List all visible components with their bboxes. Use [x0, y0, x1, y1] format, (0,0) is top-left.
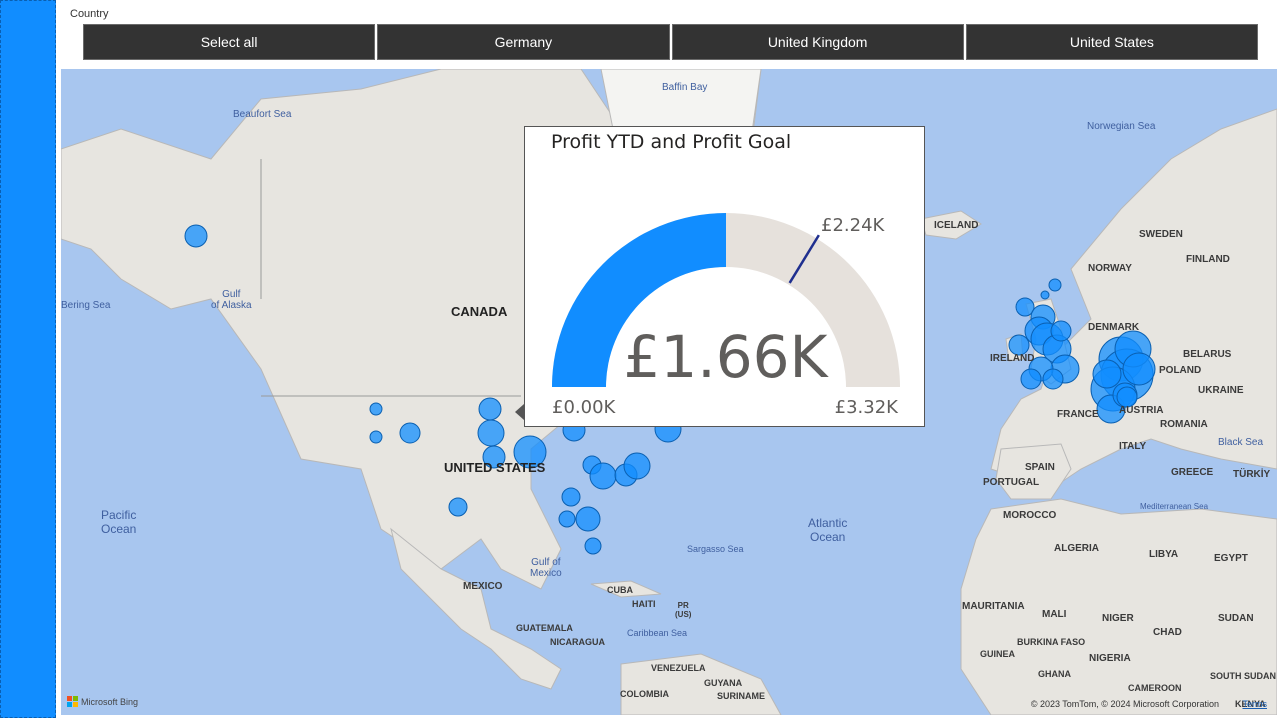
map-bubble[interactable]	[1048, 278, 1062, 292]
slicer-option-germany[interactable]: Germany	[377, 24, 670, 60]
map-label-mali: MALI	[1042, 609, 1067, 620]
map-label-atlantic-ocean: Atlantic Ocean	[808, 516, 848, 544]
map-label-iceland: ICELAND	[934, 220, 979, 231]
terms-link[interactable]: Terms	[1243, 699, 1268, 709]
map-bubble[interactable]	[1122, 352, 1156, 386]
map-label-norway: NORWAY	[1088, 263, 1132, 274]
map-label-haiti: HAITI	[632, 599, 656, 609]
map-label-beaufort-sea: Beaufort Sea	[233, 109, 292, 120]
map-bubble[interactable]	[1040, 290, 1050, 300]
map-label-italy: ITALY	[1119, 441, 1147, 452]
map-label-gulf-of-alaska: Gulf of Alaska	[211, 289, 252, 311]
map-label-portugal: PORTUGAL	[983, 477, 1040, 488]
map-label-venezuela: VENEZUELA	[651, 663, 706, 673]
map-label-libya: LIBYA	[1149, 549, 1179, 560]
map-label-denmark: DENMARK	[1088, 322, 1140, 333]
map-bubble[interactable]	[1116, 386, 1138, 408]
map-label-cameroon: CAMEROON	[1128, 683, 1182, 693]
map-label-guinea: GUINEA	[980, 649, 1016, 659]
map-bubble[interactable]	[369, 430, 383, 444]
map-label-turkiye: TÜRKİY	[1233, 469, 1271, 480]
map-label-spain: SPAIN	[1025, 462, 1055, 473]
map-label-suriname: SURINAME	[717, 691, 766, 701]
slicer-option-select-all[interactable]: Select all	[83, 24, 376, 60]
map-bubble[interactable]	[589, 462, 617, 490]
bing-label: Microsoft Bing	[81, 696, 139, 707]
map-label-chad: CHAD	[1153, 627, 1182, 638]
slicer-option-united-states[interactable]: United States	[965, 24, 1258, 60]
map-bubble[interactable]	[1042, 368, 1064, 390]
slicer-title: Country	[70, 8, 109, 20]
map-bubble[interactable]	[369, 402, 383, 416]
map-label-baffin-bay: Baffin Bay	[662, 82, 708, 93]
tooltip-pointer	[515, 404, 524, 420]
map-bubble[interactable]	[561, 487, 581, 507]
map-label-romania: ROMANIA	[1160, 419, 1208, 430]
map-bubble[interactable]	[575, 506, 601, 532]
map-label-nicaragua: NICARAGUA	[550, 637, 605, 647]
map-bubble[interactable]	[184, 224, 208, 248]
map-label-belarus: BELARUS	[1183, 349, 1232, 360]
slicer-option-united-kingdom[interactable]: United Kingdom	[671, 24, 964, 60]
map-label-colombia: COLOMBIA	[620, 689, 669, 699]
map-bubble[interactable]	[448, 497, 468, 517]
map-label-bering-sea: Bering Sea	[61, 300, 111, 311]
map-label-pr: PR (US)	[675, 601, 692, 619]
map-bubble[interactable]	[558, 510, 576, 528]
map-label-france: FRANCE	[1057, 409, 1099, 420]
map-label-south-sudan: SOUTH SUDAN	[1210, 671, 1277, 681]
map-label-mediterranean-sea: Mediterranean Sea	[1140, 502, 1209, 511]
map-bubble[interactable]	[1020, 368, 1042, 390]
map-copyright: © 2023 TomTom, © 2024 Microsoft Corporat…	[1030, 699, 1219, 709]
map-label-canada: CANADA	[451, 304, 508, 319]
map-label-poland: POLAND	[1159, 365, 1202, 376]
map-bubble[interactable]	[399, 422, 421, 444]
map-bubble[interactable]	[623, 452, 651, 480]
map-label-pacific-ocean: Pacific Ocean	[101, 508, 137, 536]
map-bubble[interactable]	[477, 419, 505, 447]
map-label-cuba: CUBA	[607, 585, 633, 595]
map-label-guatemala: GUATEMALA	[516, 623, 573, 633]
gauge-target-label: £2.24K	[821, 215, 885, 236]
map-bubble[interactable]	[1092, 359, 1122, 389]
map-bubble[interactable]	[1008, 334, 1030, 356]
country-slicer: Select all Germany United Kingdom United…	[83, 24, 1258, 60]
left-accent-bar	[0, 0, 56, 718]
gauge-max-label: £3.32K	[834, 397, 898, 418]
gauge-min-label: £0.00K	[552, 397, 616, 418]
map-label-black-sea: Black Sea	[1218, 437, 1264, 448]
map-label-ireland: IRELAND	[990, 353, 1035, 364]
map-label-norwegian-sea: Norwegian Sea	[1087, 121, 1156, 132]
map-label-united-states: UNITED STATES	[444, 460, 546, 475]
map-label-greece: GREECE	[1171, 467, 1214, 478]
map-label-finland: FINLAND	[1186, 254, 1230, 265]
map-label-morocco: MOROCCO	[1003, 510, 1057, 521]
map-label-sargasso-sea: Sargasso Sea	[687, 544, 744, 554]
map-label-burkina-faso: BURKINA FASO	[1017, 637, 1086, 647]
map-label-caribbean-sea: Caribbean Sea	[627, 628, 688, 638]
map-label-mexico: MEXICO	[463, 581, 503, 592]
map-label-mauritania: MAURITANIA	[962, 601, 1025, 612]
map-label-gulf-of-mexico: Gulf of Mexico	[530, 557, 562, 579]
map-label-algeria: ALGERIA	[1054, 543, 1099, 554]
microsoft-logo-icon	[67, 696, 78, 707]
map-bubble[interactable]	[584, 537, 602, 555]
map-label-egypt: EGYPT	[1214, 553, 1248, 564]
map-bubble[interactable]	[1050, 320, 1072, 342]
map-tooltip: Profit YTD and Profit Goal £1.66K £0.00K…	[524, 126, 925, 427]
map-label-ukraine: UKRAINE	[1198, 385, 1244, 396]
map-label-sudan: SUDAN	[1218, 613, 1254, 624]
gauge-value: £1.66K	[623, 323, 828, 391]
map-label-ghana: GHANA	[1038, 669, 1071, 679]
map-bubble[interactable]	[478, 397, 502, 421]
map-label-austria: AUSTRIA	[1119, 405, 1164, 416]
map-label-sweden: SWEDEN	[1139, 229, 1183, 240]
map-label-guyana: GUYANA	[704, 678, 743, 688]
map-label-nigeria: NIGERIA	[1089, 653, 1131, 664]
bing-attribution: Microsoft Bing	[67, 696, 138, 707]
map-label-niger: NIGER	[1102, 613, 1134, 624]
